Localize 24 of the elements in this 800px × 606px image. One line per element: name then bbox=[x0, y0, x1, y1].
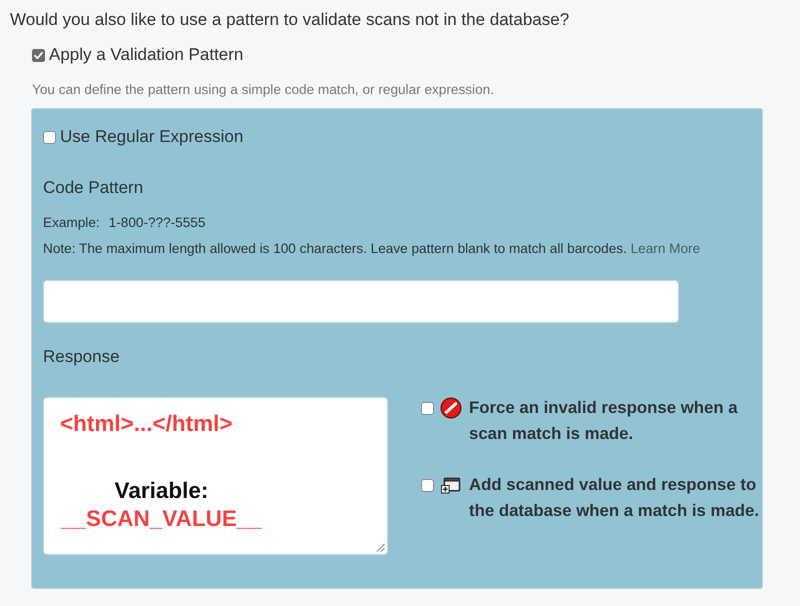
checkbox[interactable] bbox=[421, 479, 434, 492]
checkbox-label: Apply a Validation Pattern bbox=[49, 45, 244, 65]
html-code-text: <html>...</html> bbox=[60, 413, 233, 435]
note-text: Note: The maximum length allowed is 100 characters. Leave pattern blank to match all barcodes. Learn More bbox=[43, 241, 700, 257]
variable-caption: Variable: bbox=[114, 477, 208, 505]
checkbox[interactable] bbox=[421, 402, 434, 415]
input-field[interactable] bbox=[43, 280, 679, 323]
checkbox[interactable] bbox=[43, 130, 56, 144]
option-label: Force an invalid response when a scan match is made. bbox=[469, 397, 739, 445]
resize-handle-icon[interactable] bbox=[376, 543, 385, 552]
variable-name: __SCAN_VALUE__ bbox=[61, 505, 262, 533]
window-add-icon bbox=[441, 477, 461, 494]
section-heading: Code Pattern bbox=[43, 178, 144, 198]
prohibited-icon bbox=[440, 397, 462, 419]
checkbox[interactable] bbox=[32, 48, 45, 62]
learn-more-link[interactable]: Learn More bbox=[630, 241, 700, 256]
example-value: 1-800-???-5555 bbox=[108, 215, 206, 231]
question-text: Would you also like to use a pattern to validate scans not in the database? bbox=[10, 10, 570, 30]
response-editor[interactable]: <html>...</html> Variable: __SCAN_VALUE__ bbox=[43, 397, 388, 555]
example-label: Example: bbox=[43, 215, 100, 231]
help-text: You can define the pattern using a simple code match, or regular expression. bbox=[32, 82, 494, 98]
section-heading: Response bbox=[43, 347, 120, 367]
checkbox-label: Use Regular Expression bbox=[60, 127, 244, 147]
option-label: Add scanned value and response to the database when a match is made. bbox=[469, 474, 760, 522]
